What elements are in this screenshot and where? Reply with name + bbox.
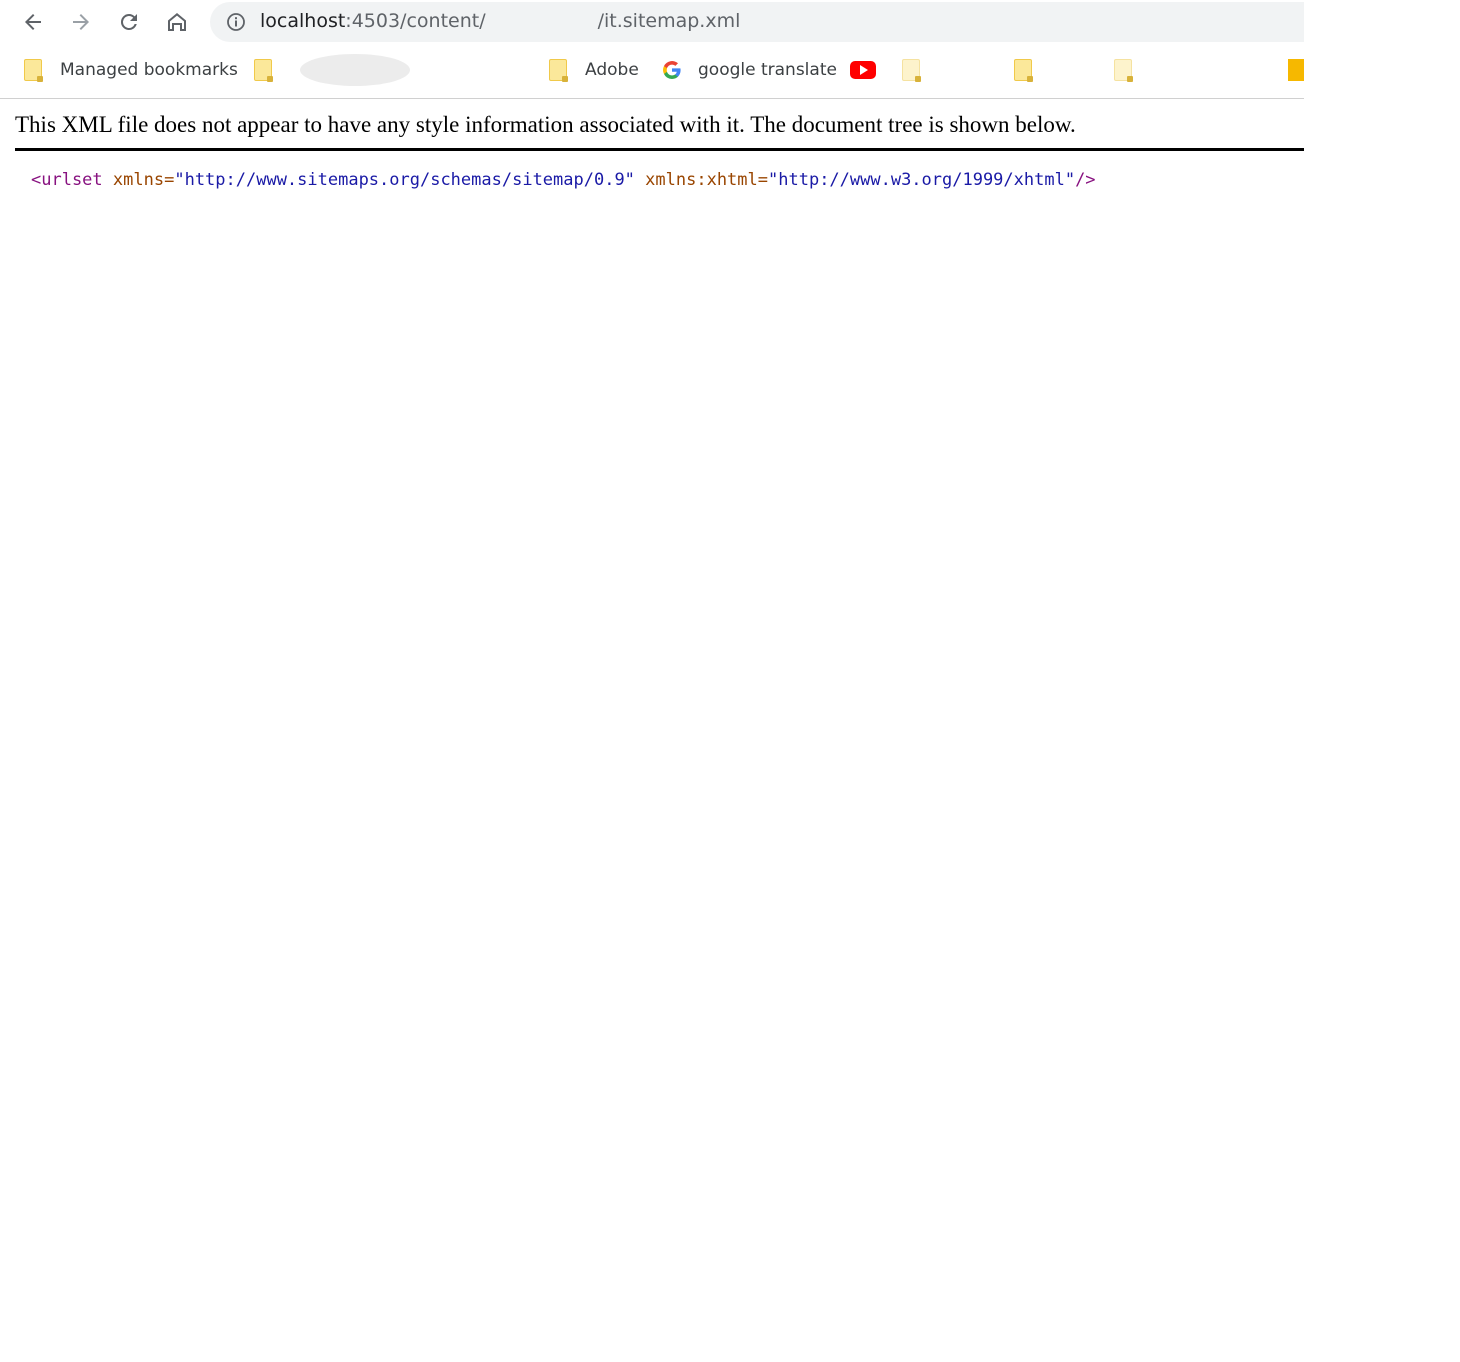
folder-icon	[1114, 59, 1133, 82]
folder-icon	[902, 59, 921, 82]
folder-icon	[549, 59, 568, 82]
xml-attr-name: xmlns	[112, 170, 165, 190]
xml-tag-open: <urlset	[31, 170, 103, 190]
bookmark-google-translate[interactable]: google translate	[662, 56, 837, 84]
bookmark-youtube[interactable]	[850, 56, 876, 84]
browser-toolbar: localhost:4503/content/ /it.sitemap.xml M…	[0, 0, 1304, 99]
xml-style-notice: This XML file does not appear to have an…	[15, 112, 1304, 151]
forward-button[interactable]	[65, 6, 97, 38]
bookmark-redacted-3[interactable]	[1014, 56, 1050, 84]
url-path-end: /it.sitemap.xml	[597, 10, 741, 32]
folder-icon	[24, 59, 43, 82]
redacted-area	[300, 54, 410, 86]
info-icon[interactable]	[226, 12, 246, 32]
bookmark-managed[interactable]: Managed bookmarks	[24, 56, 238, 84]
bookmark-redacted-5[interactable]	[1288, 56, 1304, 84]
xml-attr-name: xmlns:xhtml	[645, 170, 758, 190]
bookmark-redacted-1[interactable]	[254, 56, 290, 84]
bookmark-label: Adobe	[585, 60, 639, 80]
bookmarks-bar: Managed bookmarks Adobe google translate	[0, 50, 1304, 90]
xml-attr-value: "http://www.w3.org/1999/xhtml"	[768, 170, 1076, 190]
arrow-left-icon	[25, 14, 41, 30]
reload-button[interactable]	[113, 6, 145, 38]
reload-icon	[120, 13, 137, 30]
youtube-icon	[850, 61, 876, 79]
url-text[interactable]: localhost:4503/content/ /it.sitemap.xml	[260, 10, 740, 32]
folder-icon	[1014, 59, 1033, 82]
google-icon	[663, 61, 681, 79]
folder-icon	[254, 59, 273, 82]
url-path-start: :4503/content/	[345, 10, 486, 32]
arrow-right-icon	[73, 14, 89, 30]
bookmark-adobe[interactable]: Adobe	[549, 56, 639, 84]
xml-attr-value: "http://www.sitemaps.org/schemas/sitemap…	[174, 170, 635, 190]
app-icon	[1288, 59, 1304, 81]
url-host: localhost	[260, 10, 346, 32]
home-button[interactable]	[161, 6, 193, 38]
bookmark-label: google translate	[698, 60, 837, 80]
xml-tag-close: />	[1075, 170, 1096, 190]
bookmark-redacted-2[interactable]	[902, 56, 938, 84]
home-icon	[168, 13, 186, 31]
bookmark-label: Managed bookmarks	[60, 60, 238, 80]
xml-tree: <urlset xmlns="http://www.sitemaps.org/s…	[31, 170, 1096, 190]
back-button[interactable]	[17, 6, 49, 38]
address-bar[interactable]: localhost:4503/content/ /it.sitemap.xml	[210, 2, 1304, 42]
bookmark-redacted-4[interactable]	[1114, 56, 1150, 84]
